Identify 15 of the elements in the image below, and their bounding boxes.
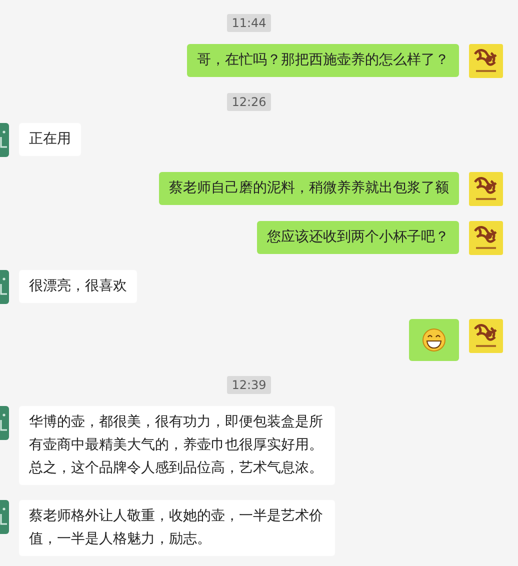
avatar-icon [469,221,503,255]
message-bubble: 正在用 [19,123,81,156]
timestamp: 12:26 [226,93,272,111]
message-bubble: 很漂亮，很喜欢 [19,270,137,303]
timestamp: 12:39 [226,376,272,394]
avatar-icon [469,172,503,206]
avatar-icon [469,319,503,353]
timestamp: 11:44 [226,14,272,32]
grin-emoji-icon [422,328,446,352]
message-bubble: 华博的壶，都很美，很有功力，即便包装盒是所有壶商中最精美大气的，养壶巾也很厚实好用。总之，这个品牌令人感到品位高，艺术气息浓。 [19,406,335,485]
message-bubble: 蔡老师自己磨的泥料，稍微养养就出包浆了额 [159,172,459,205]
message-bubble: 您应该还收到两个小杯子吧？ [257,221,459,254]
message-bubble: 哥，在忙吗？那把西施壶养的怎么样了？ [187,44,459,77]
message-bubble: 蔡老师格外让人敬重，收她的壶，一半是艺术价值，一半是人格魅力，励志。 [19,500,335,556]
avatar-icon [469,44,503,78]
